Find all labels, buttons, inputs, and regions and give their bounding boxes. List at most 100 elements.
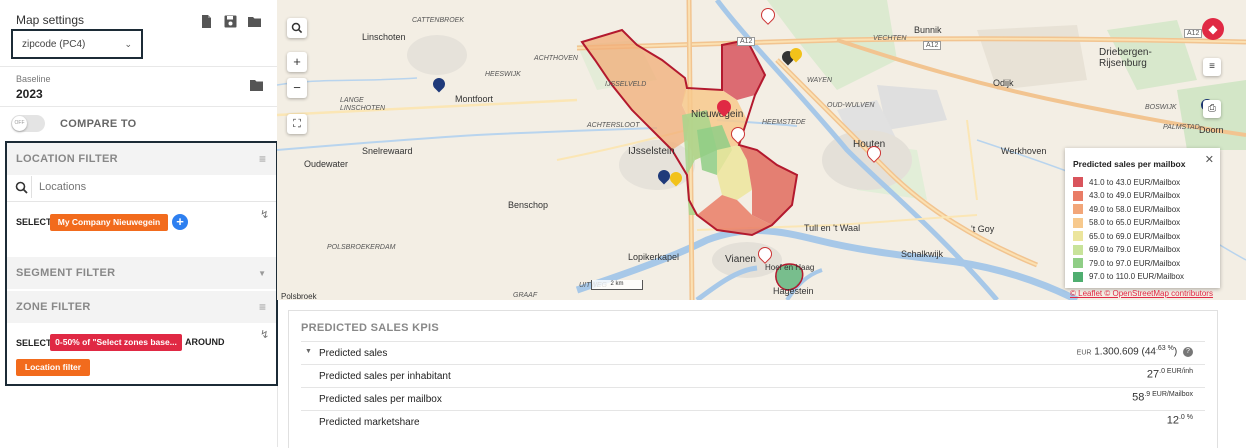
road-label: ACHTERSLOOT	[587, 122, 640, 129]
road-label: IJSSELVELD	[605, 81, 647, 88]
zone-filter-title: ZONE FILTER	[16, 301, 91, 313]
map-settings-title: Map settings	[16, 13, 85, 27]
location-filter-title: LOCATION FILTER	[16, 153, 118, 165]
place-label: Hoef en Haag	[765, 263, 815, 272]
road-label: GRAAF	[513, 292, 538, 299]
kpi-number: 12	[1166, 414, 1179, 427]
settings-toolbar	[199, 14, 262, 29]
search-icon	[15, 181, 28, 194]
legend-label: 58.0 to 65.0 EUR/Mailbox	[1089, 218, 1181, 227]
kpi-pct-open: (44	[1138, 346, 1156, 358]
legend-swatch	[1073, 190, 1083, 201]
place-label: Oudewater	[304, 159, 349, 169]
place-label: Snelrewaard	[362, 146, 413, 156]
place-label: Linschoten	[362, 32, 406, 42]
map-attribution[interactable]: © Leaflet © OpenStreetMap contributors	[1070, 289, 1213, 298]
place-label: Benschop	[508, 200, 549, 210]
filter-panel: LOCATION FILTER ≡ SELECT My Company Nieu…	[5, 141, 278, 386]
legend-label: 69.0 to 79.0 EUR/Mailbox	[1089, 245, 1181, 254]
print-icon[interactable]: ⎙	[1203, 100, 1221, 118]
legend-item: 41.0 to 43.0 EUR/Mailbox	[1073, 177, 1180, 187]
caret-down-icon[interactable]: ▼	[258, 269, 266, 278]
kpi-label: Predicted marketshare	[319, 417, 420, 428]
location-chip[interactable]: My Company Nieuwegein	[50, 214, 168, 231]
kpi-title: PREDICTED SALES KPIS	[301, 322, 440, 334]
baseline-folder-icon[interactable]	[249, 79, 264, 92]
add-location-button[interactable]: +	[172, 214, 188, 230]
kpi-row[interactable]: ▼ Predicted sales EUR 1.300.609 (44.63 %…	[301, 341, 1205, 365]
zoom-in-button[interactable]: +	[287, 52, 307, 72]
legend-item: 69.0 to 79.0 EUR/Mailbox	[1073, 244, 1181, 255]
legend-swatch	[1073, 258, 1083, 268]
lightning-icon[interactable]: ↯	[260, 328, 269, 341]
menu-lines-icon[interactable]: ≡	[259, 300, 266, 314]
legend-item: 97.0 to 110.0 EUR/Mailbox	[1073, 271, 1185, 282]
close-icon[interactable]: ✕	[1205, 153, 1214, 166]
location-filter-chip[interactable]: Location filter	[16, 359, 90, 376]
legend-item: 49.0 to 58.0 EUR/Mailbox	[1073, 204, 1180, 214]
location-search-input[interactable]	[31, 176, 271, 198]
legend-label: 43.0 to 49.0 EUR/Mailbox	[1089, 191, 1181, 200]
kpi-currency: EUR	[1076, 349, 1092, 357]
zone-select-label: SELECT	[16, 338, 52, 348]
kpi-label: Predicted sales	[319, 348, 388, 359]
place-label: Werkhoven	[1001, 146, 1047, 156]
place-label: Driebergen-Rijsenburg	[1099, 47, 1152, 69]
legend-label: 79.0 to 97.0 EUR/Mailbox	[1089, 258, 1181, 268]
kpi-pct-decimal: .63 %	[1155, 345, 1174, 352]
search-map-button[interactable]	[287, 18, 307, 38]
place-label: 't Goy	[971, 224, 995, 234]
kpi-pct-close: )	[1173, 346, 1178, 358]
highway-shield: A12	[1184, 29, 1203, 38]
kpi-unit: .0 EUR/inh	[1159, 368, 1193, 375]
open-folder-icon[interactable]	[247, 14, 262, 29]
zone-filter-header[interactable]: ZONE FILTER ≡	[7, 291, 276, 323]
caret-down-icon[interactable]: ▼	[305, 348, 312, 355]
divider	[0, 106, 277, 107]
kpi-number: 27	[1146, 368, 1160, 381]
legend-swatch	[1073, 231, 1083, 241]
kpi-number: 1.300.609	[1094, 346, 1139, 358]
layers-icon[interactable]: ◆	[1202, 18, 1224, 40]
save-icon[interactable]	[223, 14, 238, 29]
segment-filter-header[interactable]: SEGMENT FILTER ▼	[7, 257, 276, 289]
kpi-value: 27.0 EUR/inh	[1147, 368, 1193, 380]
kpi-row: Predicted sales per mailbox 58.9 EUR/Mai…	[301, 387, 1205, 411]
road-label: HEEMSTEDE	[762, 119, 806, 126]
road-label: VECHTEN	[873, 35, 907, 42]
kpi-label: Predicted sales per inhabitant	[319, 371, 451, 382]
highway-shield: A12	[737, 37, 756, 46]
place-label: Schalkwijk	[901, 249, 944, 259]
help-icon[interactable]: ?	[1183, 346, 1193, 357]
aggregation-level-value: zipcode (PC4)	[22, 39, 86, 50]
location-search	[7, 175, 276, 202]
legend-swatch	[1073, 177, 1083, 187]
kpi-value: 12.0 %	[1167, 414, 1193, 426]
segment-filter-title: SEGMENT FILTER	[16, 267, 116, 279]
zoom-out-button[interactable]: −	[287, 78, 307, 98]
zone-chip[interactable]: 0-50% of "Select zones base...	[50, 334, 182, 351]
legend-label: 97.0 to 110.0 EUR/Mailbox	[1089, 272, 1185, 281]
location-filter-header[interactable]: LOCATION FILTER ≡	[7, 143, 276, 175]
legend-item: 58.0 to 65.0 EUR/Mailbox	[1073, 217, 1181, 228]
list-icon[interactable]: ≡	[1203, 58, 1221, 76]
compare-toggle[interactable]: OFF	[11, 115, 45, 132]
baseline-value[interactable]: 2023	[16, 87, 43, 101]
menu-lines-icon[interactable]: ≡	[259, 152, 266, 166]
legend-title: Predicted sales per mailbox	[1073, 159, 1186, 169]
toggle-knob: OFF	[12, 116, 27, 131]
fullscreen-button[interactable]: ⛶	[287, 114, 307, 134]
road-label: POLSBROEKERDAM	[327, 244, 396, 251]
lightning-icon[interactable]: ↯	[260, 208, 269, 221]
aggregation-level-select[interactable]: zipcode (PC4) ⌄	[11, 29, 143, 59]
kpi-label: Predicted sales per mailbox	[319, 394, 442, 405]
kpi-row: Predicted marketshare 12.0 %	[301, 410, 1205, 434]
legend-item: 79.0 to 97.0 EUR/Mailbox	[1073, 258, 1180, 268]
legend-label: 41.0 to 43.0 EUR/Mailbox	[1089, 177, 1181, 187]
kpi-value: EUR 1.300.609 (44.63 %) ?	[1077, 345, 1193, 357]
search-icon	[291, 22, 303, 34]
place-label: Montfoort	[455, 94, 494, 104]
kpi-number: 58	[1132, 391, 1145, 404]
new-document-icon[interactable]	[199, 14, 214, 29]
kpi-value: 58.9 EUR/Mailbox	[1132, 391, 1193, 403]
